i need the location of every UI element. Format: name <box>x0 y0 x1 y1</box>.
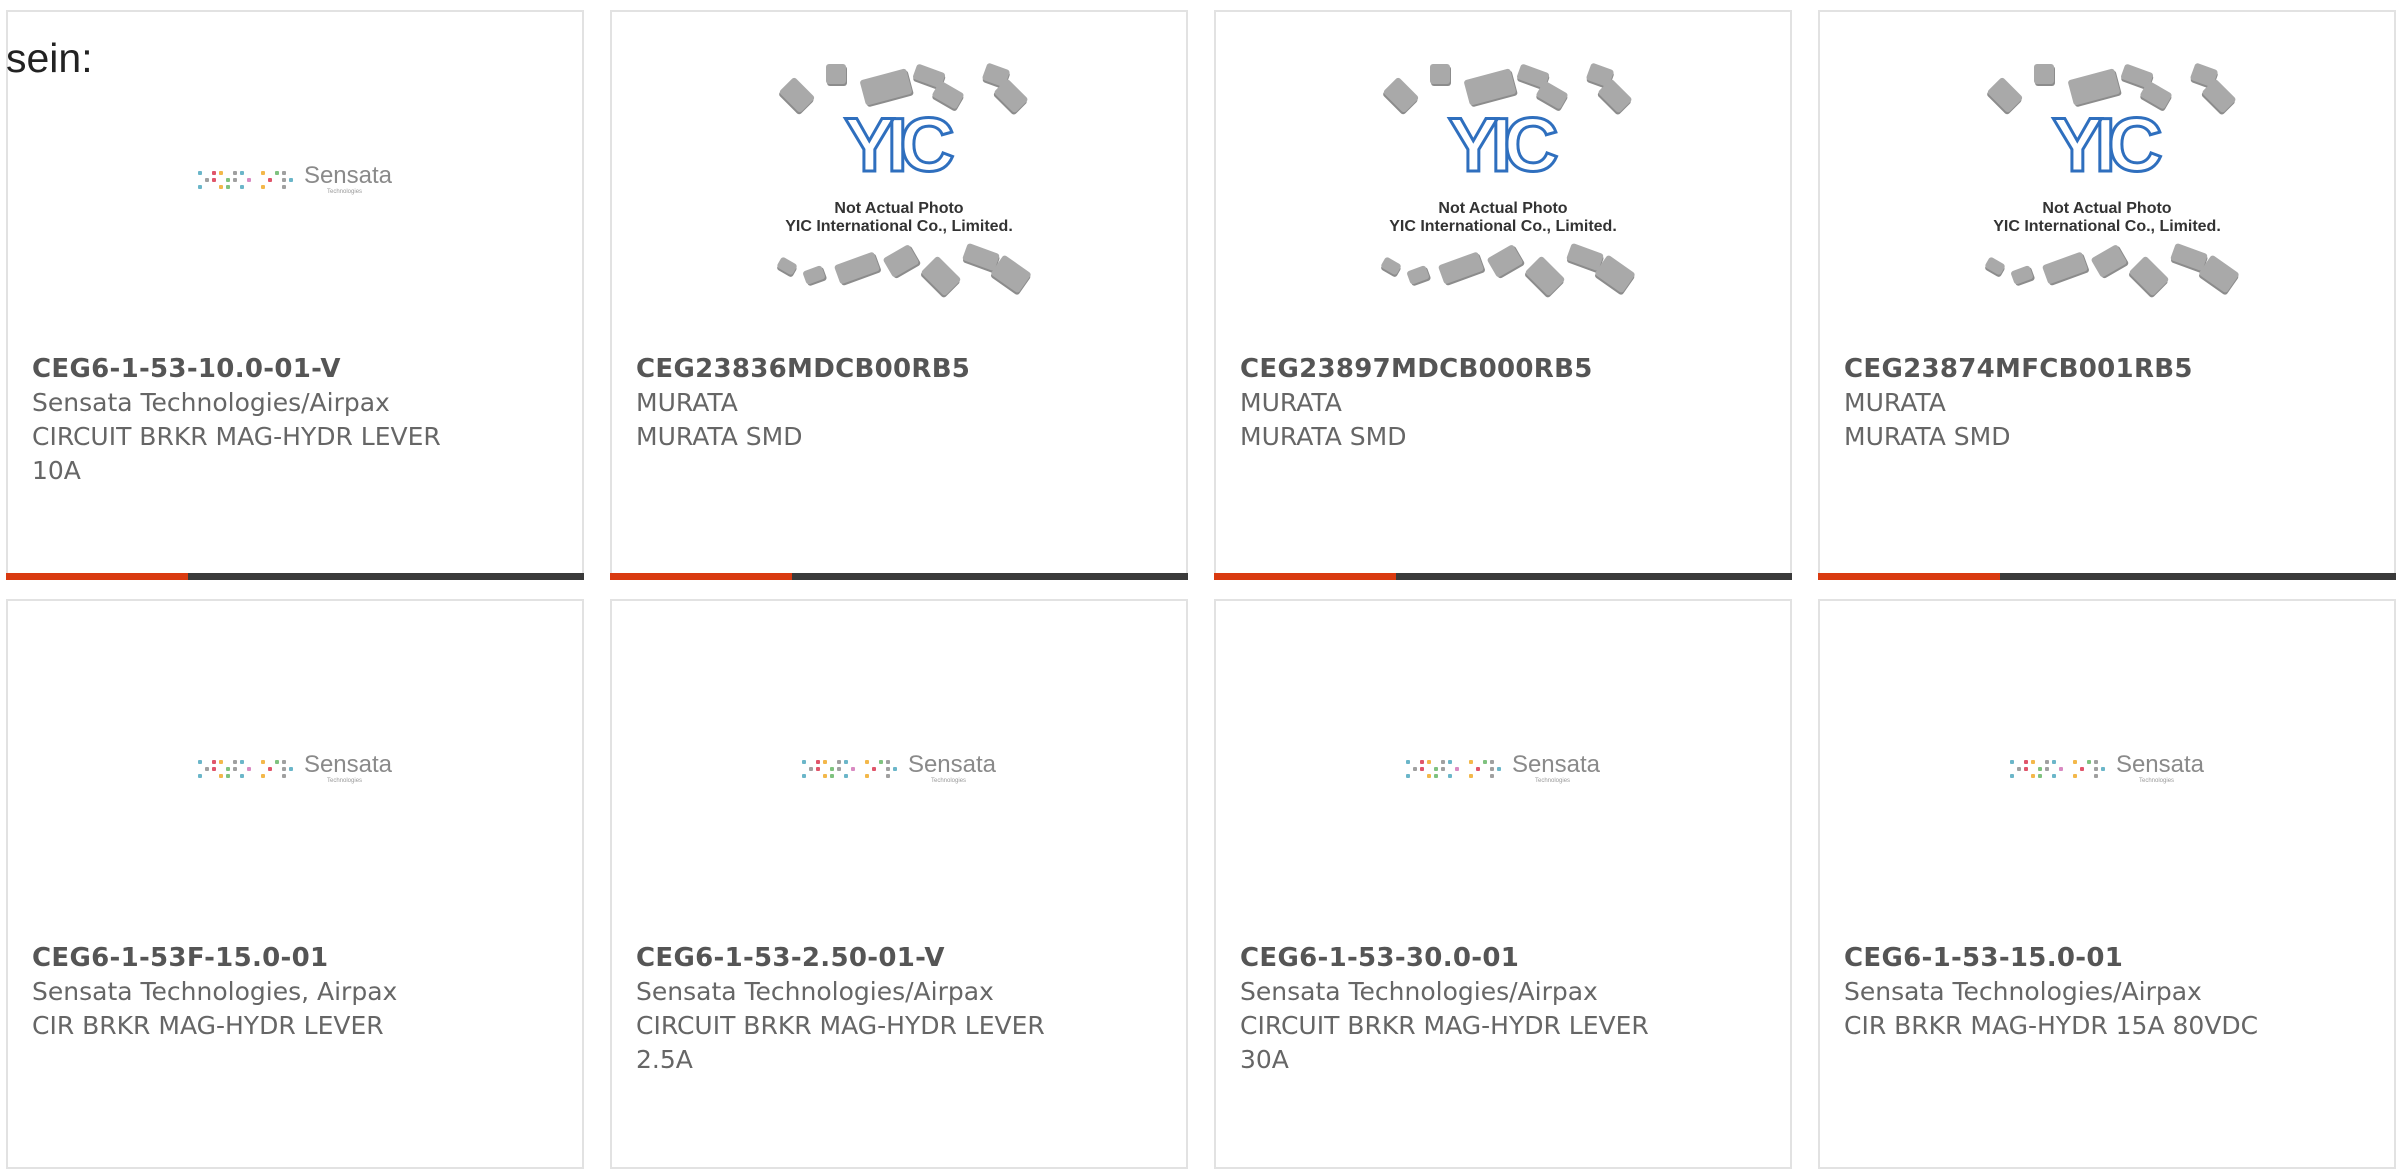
placeholder-company: YIC International Co., Limited. <box>1389 218 1617 235</box>
product-info: CEG6-1-53F-15.0-01 Sensata Technologies, … <box>32 941 492 1043</box>
manufacturer-name: Sensata Technologies/Airpax <box>1844 977 2202 1006</box>
product-description: CIRCUIT BRKR MAG-HYDR LEVER 30A <box>1240 1011 1649 1074</box>
chip-illustration-icon <box>764 242 1034 302</box>
product-info: CEG6-1-53-10.0-01-V Sensata Technologies/… <box>32 352 492 488</box>
card-bottom-bar <box>1214 573 1792 580</box>
product-card[interactable]: Sensata Technologies CEG6-1-53-10.0-01-V Se… <box>6 10 584 580</box>
product-image[interactable]: YIC Not Actual Photo YIC International Co.… <box>612 12 1186 352</box>
product-card[interactable]: Sensata Technologies CEG6-1-53-30.0-01 Sens… <box>1214 599 1792 1169</box>
product-card[interactable]: YIC Not Actual Photo YIC International Co.… <box>1214 10 1792 580</box>
product-description: MURATA SMD <box>1844 422 2011 451</box>
sensata-wordmark: Sensata <box>907 751 997 778</box>
card-bottom-bar <box>610 573 1188 580</box>
sensata-logo: Sensata Technologies <box>2009 751 2205 785</box>
product-image[interactable]: YIC Not Actual Photo YIC International Co.… <box>1820 12 2394 352</box>
product-image[interactable]: Sensata Technologies <box>1216 601 1790 941</box>
yic-logo: YIC <box>843 103 957 188</box>
part-number-link[interactable]: CEG23874MFCB001RB5 <box>1844 352 2304 386</box>
product-description: CIR BRKR MAG-HYDR LEVER <box>32 1011 384 1040</box>
manufacturer-name: MURATA <box>1240 388 1342 417</box>
part-number-link[interactable]: CEG6-1-53-2.50-01-V <box>636 941 1096 975</box>
part-number-link[interactable]: CEG23836MDCB00RB5 <box>636 352 1096 386</box>
sensata-dots-icon <box>1405 759 1502 779</box>
part-number-link[interactable]: CEG6-1-53-15.0-01 <box>1844 941 2304 975</box>
product-info: CEG6-1-53-30.0-01 Sensata Technologies/Ai… <box>1240 941 1700 1077</box>
placeholder-company: YIC International Co., Limited. <box>1993 218 2221 235</box>
chip-illustration-icon <box>1972 242 2242 302</box>
sensata-subtitle: Technologies <box>327 189 363 195</box>
sensata-subtitle: Technologies <box>1535 778 1571 784</box>
card-accent-stripe <box>610 573 792 580</box>
card-accent-stripe <box>1214 573 1396 580</box>
placeholder-note: Not Actual Photo <box>834 200 964 217</box>
product-image[interactable]: Sensata Technologies <box>8 601 582 941</box>
sensata-subtitle: Technologies <box>327 778 363 784</box>
sensata-dots-icon <box>801 759 898 779</box>
product-info: CEG23874MFCB001RB5 MURATA MURATA SMD <box>1844 352 2304 454</box>
card-accent-stripe <box>6 573 188 580</box>
product-card[interactable]: YIC Not Actual Photo YIC International Co.… <box>610 10 1188 580</box>
sensata-subtitle: Technologies <box>931 778 967 784</box>
product-image[interactable]: Sensata Technologies <box>612 601 1186 941</box>
product-description: MURATA SMD <box>1240 422 1407 451</box>
sensata-wordmark: Sensata <box>1511 751 1601 778</box>
yic-placeholder-image: YIC Not Actual Photo YIC International Co.… <box>1972 62 2242 302</box>
card-bottom-bar <box>6 573 584 580</box>
yic-placeholder-image: YIC Not Actual Photo YIC International Co.… <box>1368 62 1638 302</box>
product-image[interactable]: Sensata Technologies <box>1820 601 2394 941</box>
yic-placeholder-image: YIC Not Actual Photo YIC International Co.… <box>764 62 1034 302</box>
card-accent-stripe <box>1818 573 2000 580</box>
product-card[interactable]: Sensata Technologies CEG6-1-53-15.0-01 Sens… <box>1818 599 2396 1169</box>
placeholder-note: Not Actual Photo <box>1438 200 1568 217</box>
part-number-link[interactable]: CEG6-1-53-10.0-01-V <box>32 352 492 386</box>
manufacturer-name: MURATA <box>1844 388 1946 417</box>
part-number-link[interactable]: CEG6-1-53-30.0-01 <box>1240 941 1700 975</box>
sensata-subtitle: Technologies <box>2139 778 2175 784</box>
yic-logo: YIC <box>2051 103 2165 188</box>
sensata-logo: Sensata Technologies <box>197 751 393 785</box>
manufacturer-name: Sensata Technologies/Airpax <box>636 977 994 1006</box>
intro-text: sein: <box>6 35 93 81</box>
placeholder-company: YIC International Co., Limited. <box>785 218 1013 235</box>
sensata-dots-icon <box>197 170 294 190</box>
product-description: CIRCUIT BRKR MAG-HYDR LEVER 10A <box>32 422 441 485</box>
placeholder-note: Not Actual Photo <box>2042 200 2172 217</box>
yic-logo: YIC <box>1447 103 1561 188</box>
manufacturer-name: Sensata Technologies/Airpax <box>32 388 390 417</box>
sensata-wordmark: Sensata <box>2115 751 2205 778</box>
card-bottom-bar <box>1818 573 2396 580</box>
chip-illustration-icon <box>1368 242 1638 302</box>
sensata-logo: Sensata Technologies <box>197 162 393 196</box>
sensata-wordmark: Sensata <box>303 162 393 189</box>
product-info: CEG23836MDCB00RB5 MURATA MURATA SMD <box>636 352 1096 454</box>
product-image[interactable]: Sensata Technologies <box>8 12 582 352</box>
manufacturer-name: Sensata Technologies/Airpax <box>1240 977 1598 1006</box>
product-image[interactable]: YIC Not Actual Photo YIC International Co.… <box>1216 12 1790 352</box>
sensata-logo: Sensata Technologies <box>801 751 997 785</box>
product-info: CEG23897MDCB000RB5 MURATA MURATA SMD <box>1240 352 1700 454</box>
product-card[interactable]: Sensata Technologies CEG6-1-53F-15.0-01 Sen… <box>6 599 584 1169</box>
sensata-wordmark: Sensata <box>303 751 393 778</box>
product-info: CEG6-1-53-2.50-01-V Sensata Technologies/… <box>636 941 1096 1077</box>
sensata-dots-icon <box>2009 759 2106 779</box>
manufacturer-name: MURATA <box>636 388 738 417</box>
manufacturer-name: Sensata Technologies, Airpax <box>32 977 398 1006</box>
sensata-logo: Sensata Technologies <box>1405 751 1601 785</box>
product-description: CIRCUIT BRKR MAG-HYDR LEVER 2.5A <box>636 1011 1045 1074</box>
product-grid: Sensata Technologies CEG6-1-53-10.0-01-V Se… <box>0 0 2400 1169</box>
product-card[interactable]: Sensata Technologies CEG6-1-53-2.50-01-V Se… <box>610 599 1188 1169</box>
product-description: CIR BRKR MAG-HYDR 15A 80VDC <box>1844 1011 2259 1040</box>
sensata-dots-icon <box>197 759 294 779</box>
part-number-link[interactable]: CEG23897MDCB000RB5 <box>1240 352 1700 386</box>
product-card[interactable]: YIC Not Actual Photo YIC International Co.… <box>1818 10 2396 580</box>
part-number-link[interactable]: CEG6-1-53F-15.0-01 <box>32 941 492 975</box>
product-info: CEG6-1-53-15.0-01 Sensata Technologies/Ai… <box>1844 941 2304 1043</box>
product-description: MURATA SMD <box>636 422 803 451</box>
